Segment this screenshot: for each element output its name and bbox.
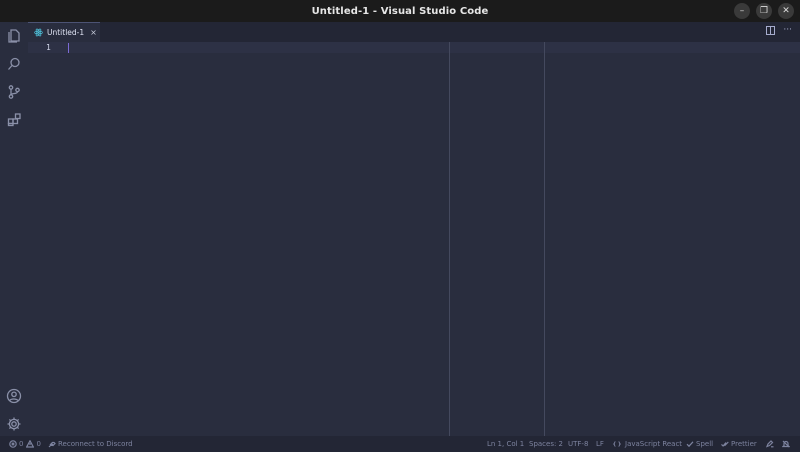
editor-actions: ··· <box>766 26 792 35</box>
tab-untitled-1[interactable]: Untitled-1 × <box>28 22 100 42</box>
spell-check[interactable]: Spell <box>686 440 713 448</box>
prettier-label: Prettier <box>731 440 757 448</box>
ruler-line <box>449 42 450 436</box>
extensions-icon[interactable] <box>4 110 24 130</box>
search-icon[interactable] <box>4 54 24 74</box>
status-bar: 0 0 Reconnect to Discord Ln 1, Col 1 Spa… <box>0 436 800 452</box>
editor-area[interactable]: 1 <box>28 42 800 436</box>
prettier-status[interactable]: Prettier <box>721 440 757 448</box>
window-controls: – ❐ ✕ <box>734 3 794 19</box>
react-icon <box>34 28 43 37</box>
language-mode[interactable]: JavaScript React <box>613 440 682 448</box>
spell-label: Spell <box>696 440 714 448</box>
text-cursor <box>68 43 69 53</box>
problems-indicator[interactable]: 0 0 <box>9 440 41 448</box>
window-title: Untitled-1 - Visual Studio Code <box>311 5 489 17</box>
bell-icon[interactable] <box>782 440 792 448</box>
activity-bar <box>0 22 28 436</box>
split-editor-icon[interactable] <box>766 26 776 35</box>
indentation[interactable]: Spaces: 2 <box>529 440 563 448</box>
tab-close-button[interactable]: × <box>90 28 97 37</box>
close-button[interactable]: ✕ <box>778 3 794 19</box>
more-actions-button[interactable]: ··· <box>783 26 792 35</box>
end-of-line[interactable]: LF <box>596 440 604 448</box>
feedback-icon[interactable] <box>766 440 776 448</box>
current-line-highlight <box>28 42 800 53</box>
plug-icon <box>48 440 56 448</box>
explorer-icon[interactable] <box>4 26 24 46</box>
source-control-icon[interactable] <box>4 82 24 102</box>
line-number: 1 <box>46 43 51 52</box>
language-label: JavaScript React <box>625 440 683 448</box>
encoding[interactable]: UTF-8 <box>568 440 588 448</box>
ruler-line <box>544 42 545 436</box>
warning-icon <box>26 440 35 448</box>
title-bar: Untitled-1 - Visual Studio Code – ❐ ✕ <box>0 0 800 22</box>
cursor-position[interactable]: Ln 1, Col 1 <box>487 440 524 448</box>
check-icon <box>686 440 694 448</box>
braces-icon <box>613 440 623 448</box>
discord-label: Reconnect to Discord <box>58 440 133 448</box>
tab-strip: Untitled-1 × ··· <box>28 22 800 42</box>
double-check-icon <box>721 440 729 448</box>
gear-icon[interactable] <box>4 414 24 434</box>
discord-status[interactable]: Reconnect to Discord <box>48 440 133 448</box>
account-icon[interactable] <box>4 386 24 406</box>
minimize-button[interactable]: – <box>734 3 750 19</box>
error-icon <box>9 440 17 448</box>
error-count: 0 <box>19 440 24 448</box>
restore-button[interactable]: ❐ <box>756 3 772 19</box>
tab-label: Untitled-1 <box>47 28 85 37</box>
warning-count: 0 <box>36 440 41 448</box>
